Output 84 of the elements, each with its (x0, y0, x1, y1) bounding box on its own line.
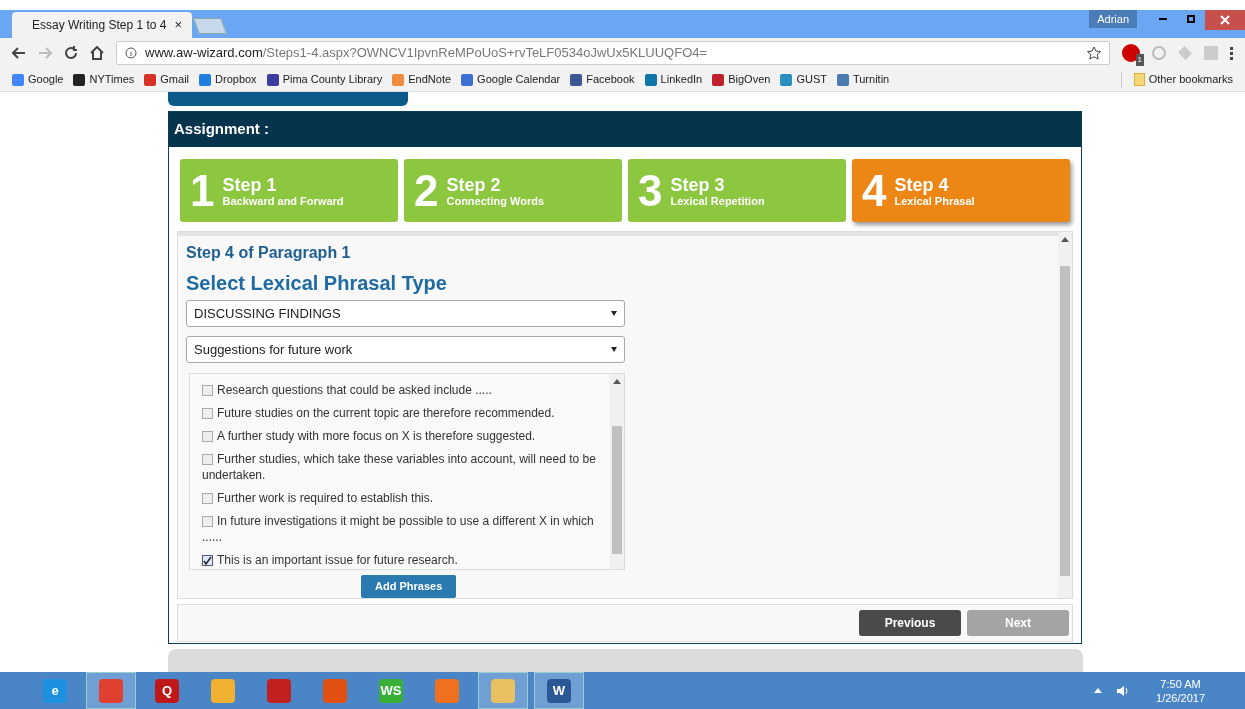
taskbar-button[interactable] (478, 672, 528, 709)
phrase-option[interactable]: Research questions that could be asked include ..... (202, 382, 600, 398)
phrase-option[interactable]: Further work is required to establish this. (202, 490, 600, 506)
taskbar-button[interactable] (86, 672, 136, 709)
dropdown[interactable]: DISCUSSING FINDINGS (186, 300, 625, 327)
info-icon (125, 47, 137, 59)
tab-title: Essay Writing Step 1 to 4 (32, 17, 167, 34)
bookmark-link[interactable]: Facebook (570, 71, 635, 88)
scrollbar[interactable] (1058, 232, 1072, 598)
clock-time[interactable]: 7:50 AM (1160, 676, 1201, 691)
pdf-icon[interactable] (1204, 46, 1218, 60)
phrase-option[interactable]: A further study with more focus on X is therefore suggested. (202, 428, 600, 444)
step-number: 1 (190, 168, 215, 213)
taskbar-button[interactable]: W (534, 672, 584, 709)
bookmark-link[interactable]: Gmail (144, 71, 190, 88)
assignment-header: Assignment : (169, 112, 1081, 147)
dropdown[interactable]: Suggestions for future work (186, 336, 625, 363)
bookmark-link[interactable]: Google Calendar (461, 71, 561, 88)
skype-icon[interactable] (1152, 46, 1166, 60)
heading: Select Lexical Phrasal Type (186, 271, 448, 296)
taskbar-button[interactable]: Q (142, 672, 192, 709)
other-bookmarks[interactable]: Other bookmarks (1133, 71, 1233, 88)
bookmark-link[interactable]: Google (12, 71, 64, 88)
checkbox[interactable] (202, 516, 213, 527)
star-icon[interactable] (1087, 46, 1101, 60)
scrollbar[interactable] (610, 374, 624, 569)
browser-tab[interactable]: Essay Writing Step 1 to 4 × (12, 12, 192, 38)
tab-close-button[interactable]: × (174, 15, 183, 35)
dropdown-caret-icon (611, 347, 617, 352)
app-icon: W (547, 678, 571, 703)
step-subtitle: Lexical Repetition (670, 194, 765, 207)
clock-date[interactable]: 1/26/2017 (1156, 690, 1205, 705)
nav-button[interactable]: Previous (859, 610, 961, 636)
new-tab-button[interactable] (193, 18, 227, 34)
bookmark-link[interactable]: LinkedIn (644, 71, 703, 88)
tray-up-icon[interactable] (1094, 688, 1103, 693)
step-number: 3 (638, 168, 663, 213)
bookmark-link[interactable]: Pima County Library (266, 71, 383, 88)
app-icon: Q (155, 678, 179, 703)
url-text: www.aw-wizard.com/Steps1-4.aspx?OWNCV1IpvnReMPoUoS+rvTeLF0534oJwUx5KLUUQFO4= (145, 44, 708, 63)
dropdown-caret-icon (611, 311, 617, 316)
home-icon[interactable] (90, 46, 104, 60)
step-title: Step 3 (670, 174, 726, 195)
phrase-option[interactable]: Further studies, which take these variables into account, will need to be undertaken. (202, 451, 600, 483)
step-title: Step 2 (446, 174, 502, 195)
step-title: Step 4 (894, 174, 950, 195)
extension-badge: 1 (1135, 54, 1144, 66)
step-number: 4 (862, 168, 887, 213)
dropbox-icon[interactable] (1178, 46, 1192, 60)
folder-icon (1133, 73, 1145, 86)
bookmark-link[interactable]: Dropbox (199, 71, 257, 88)
checkbox[interactable] (202, 431, 213, 442)
subheading: Step 4 of Paragraph 1 (186, 243, 352, 263)
close-icon[interactable] (1205, 10, 1245, 30)
step-title: Step 1 (222, 174, 278, 195)
forward-icon[interactable] (38, 47, 52, 59)
phrase-option[interactable]: Future studies on the current topic are therefore recommended. (202, 405, 600, 421)
checkbox[interactable] (202, 454, 213, 465)
checkbox[interactable] (202, 493, 213, 504)
phrase-option[interactable]: In future investigations it might be possible to use a different X in which ...... (202, 513, 600, 545)
bookmark-link[interactable]: Turnitin (836, 71, 890, 88)
reload-icon[interactable] (64, 46, 78, 60)
bookmark-link[interactable]: GUST (780, 71, 827, 88)
bookmark-link[interactable]: EndNote (392, 71, 452, 88)
scroll-up-icon[interactable] (1061, 237, 1069, 242)
app-icon: WS (379, 678, 403, 703)
step-subtitle: Lexical Phrasal (894, 194, 975, 207)
profile-button[interactable]: Adrian (1089, 10, 1137, 28)
step-number: 2 (414, 168, 439, 213)
speaker-icon[interactable] (1116, 684, 1131, 697)
checkbox[interactable] (202, 408, 213, 419)
app-icon: e (43, 678, 67, 703)
step-subtitle: Backward and Forward (222, 194, 344, 207)
bookmark-link[interactable]: BigOven (712, 71, 771, 88)
back-icon[interactable] (12, 47, 26, 59)
bookmark-link[interactable]: NYTimes (73, 71, 135, 88)
add-phrases-button[interactable]: Add Phrases (361, 575, 457, 598)
checkbox[interactable] (202, 555, 213, 566)
checkbox[interactable] (202, 385, 213, 396)
address-bar[interactable]: www.aw-wizard.com/Steps1-4.aspx?OWNCV1IpvnReMPoUoS+rvTeLF0534oJwUx5KLUUQFO4= (116, 41, 1110, 65)
phrase-option[interactable]: This is an important issue for future research. (202, 552, 600, 568)
scroll-up-icon[interactable] (613, 379, 621, 384)
step-subtitle: Connecting Words (446, 194, 545, 207)
menu-icon[interactable] (1230, 46, 1233, 60)
